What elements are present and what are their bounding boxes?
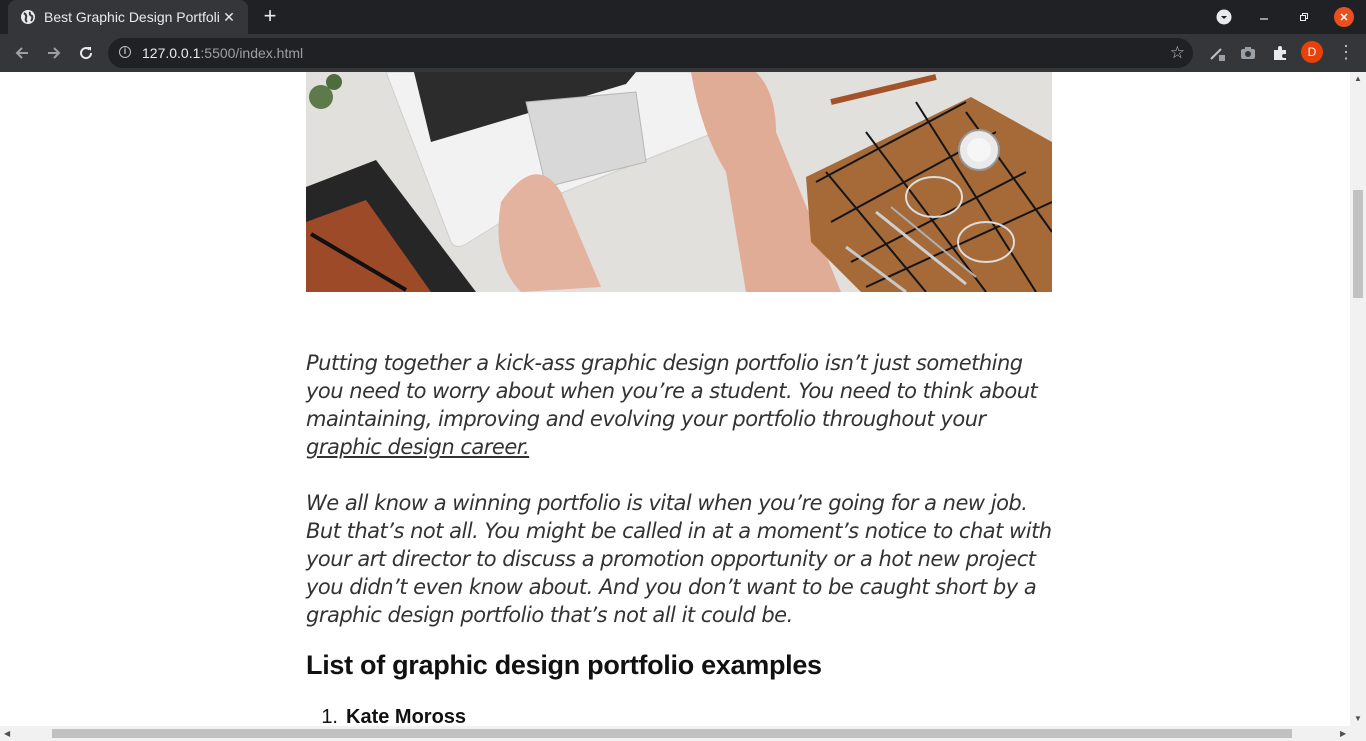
scroll-up-icon[interactable]: ▲ <box>1354 74 1362 83</box>
back-arrow-icon[interactable] <box>11 42 33 64</box>
site-info-icon[interactable]: i <box>119 46 131 58</box>
new-tab-button[interactable]: + <box>258 4 282 28</box>
scroll-right-icon[interactable]: ▶ <box>1340 729 1346 738</box>
list-item: 1. Kate Moross <box>306 706 466 726</box>
kebab-menu-icon[interactable]: ⋮ <box>1337 40 1355 64</box>
globe-icon <box>21 10 35 24</box>
browser-toolbar: i 127.0.0.1:5500/index.html ☆ <box>0 34 1366 72</box>
bookmark-star-icon[interactable]: ☆ <box>1170 43 1185 63</box>
window-close-icon[interactable] <box>1334 7 1354 27</box>
profile-avatar[interactable]: D <box>1301 41 1323 63</box>
hero-image <box>306 72 1052 292</box>
restore-icon[interactable] <box>1294 7 1314 27</box>
url-text: 127.0.0.1:5500/index.html <box>142 45 304 61</box>
tab-strip: Best Graphic Design Portfolio ✕ + <box>0 0 1366 34</box>
second-paragraph: We all know a winning portfolio is vital… <box>306 491 1052 627</box>
minimize-icon[interactable] <box>1254 7 1274 27</box>
graphic-design-career-link[interactable]: graphic design career. <box>306 435 530 459</box>
camera-extension-icon[interactable] <box>1237 42 1259 64</box>
vertical-scroll-thumb[interactable] <box>1353 190 1363 298</box>
tab-title: Best Graphic Design Portfolio <box>44 9 220 25</box>
address-bar[interactable]: i 127.0.0.1:5500/index.html ☆ <box>108 38 1193 68</box>
tab-close-icon[interactable]: ✕ <box>220 9 238 26</box>
reload-icon[interactable] <box>75 42 97 64</box>
browser-tab[interactable]: Best Graphic Design Portfolio ✕ <box>8 0 248 34</box>
list-number: 1. <box>321 706 338 726</box>
section-heading: List of graphic design portfolio example… <box>306 650 822 680</box>
scroll-left-icon[interactable]: ◀ <box>4 729 10 738</box>
horizontal-scroll-thumb[interactable] <box>52 729 1292 738</box>
tab-search-icon[interactable] <box>1214 7 1234 27</box>
intro-paragraph: Putting together a kick-ass graphic desi… <box>306 351 1038 459</box>
page-content: Putting together a kick-ass graphic desi… <box>0 72 1350 726</box>
list-item-label: Kate Moross <box>346 706 467 726</box>
horizontal-scrollbar[interactable]: ◀ ▶ <box>0 726 1366 741</box>
vertical-scrollbar[interactable]: ▲ ▼ <box>1350 72 1366 726</box>
puzzle-extensions-icon[interactable] <box>1269 42 1291 64</box>
portfolio-list: 1. Kate Moross <box>306 706 466 726</box>
forward-arrow-icon[interactable] <box>43 42 65 64</box>
pen-extension-icon[interactable] <box>1206 42 1228 64</box>
scroll-down-icon[interactable]: ▼ <box>1354 714 1362 723</box>
